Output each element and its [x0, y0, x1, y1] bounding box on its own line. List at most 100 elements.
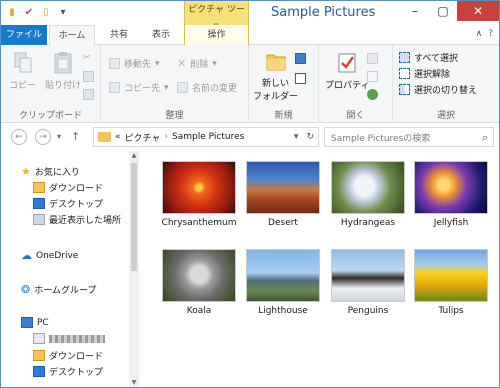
star-icon: ★ — [21, 165, 31, 178]
close-button[interactable]: ✕ — [457, 1, 499, 21]
cloud-icon: ☁ — [21, 249, 32, 262]
nav-homegroup[interactable]: ❂ ホームグループ — [21, 283, 96, 296]
new-group: 新しい フォルダー 新規 — [249, 45, 319, 123]
nav-recent-places-label: 最近表示した場所 — [49, 216, 122, 226]
tab-manage[interactable]: 操作 — [184, 25, 249, 45]
chevron-down-icon[interactable]: ▾ — [56, 5, 70, 19]
nav-favorites[interactable]: ★ お気に入り — [21, 165, 80, 178]
nav-pc-downloads-label: ダウンロード — [49, 352, 104, 362]
address-field[interactable]: « ピクチャ › Sample Pictures ▾ ↻ — [93, 127, 319, 147]
edit-icon[interactable] — [367, 71, 378, 82]
copy-button[interactable]: コピー — [9, 51, 36, 91]
search-icon[interactable]: ⌕ — [482, 131, 488, 145]
paste-shortcut-icon[interactable] — [83, 89, 94, 100]
folder-icon[interactable]: ▮ — [5, 5, 19, 19]
paste-icon — [54, 52, 72, 74]
forward-button[interactable]: → — [35, 129, 51, 145]
chevron-down-icon: ▾ — [164, 82, 169, 93]
blurred-username — [49, 334, 105, 343]
file-item[interactable]: Desert — [241, 161, 325, 229]
breadcrumb-prefix[interactable]: « — [115, 132, 121, 142]
nav-pc[interactable]: PC — [21, 317, 49, 328]
scroll-down-icon[interactable]: ▼ — [129, 379, 139, 386]
arrow-right-icon: → — [39, 132, 47, 142]
nav-pc-desktop[interactable]: デスクトップ — [33, 365, 103, 378]
picture-tools-context-label: ピクチャ ツール — [184, 1, 249, 33]
collapse-ribbon-icon[interactable]: ∧ — [476, 29, 483, 39]
nav-onedrive[interactable]: ☁ OneDrive — [21, 249, 78, 262]
nav-desktop[interactable]: デスクトップ — [33, 197, 103, 210]
file-name: Penguins — [347, 306, 389, 316]
select-none-button[interactable]: 選択解除 — [399, 67, 450, 80]
breadcrumb-sample-pictures[interactable]: Sample Pictures — [172, 132, 244, 142]
new-item-icon[interactable] — [295, 53, 306, 64]
nav-recent-places[interactable]: 最近表示した場所 — [33, 213, 121, 226]
move-to-button[interactable]: 移動先 ▾ — [109, 57, 160, 70]
file-item[interactable]: Koala — [157, 249, 241, 317]
nav-scrollbar[interactable]: ▲ ▼ — [129, 151, 139, 387]
tab-view[interactable]: 表示 — [141, 25, 181, 45]
select-all-button[interactable]: すべて選択 — [399, 51, 458, 64]
ribbon-options: ∧ ? — [476, 29, 493, 39]
paste-button[interactable]: 貼り付け — [45, 51, 81, 91]
window-title: Sample Pictures — [271, 5, 376, 20]
tab-file[interactable]: ファイル — [1, 25, 47, 45]
properties-button[interactable]: プロパティ — [325, 51, 369, 91]
back-button[interactable]: ← — [11, 129, 27, 145]
file-item[interactable]: Chrysanthemum — [157, 161, 241, 229]
chevron-down-icon: ▾ — [212, 58, 217, 69]
breadcrumb-pictures[interactable]: ピクチャ — [125, 131, 161, 144]
clipboard-group-label: クリップボード — [18, 111, 82, 121]
easy-access-icon[interactable] — [295, 73, 306, 84]
invert-selection-button[interactable]: 選択の切り替え — [399, 83, 477, 96]
history-icon[interactable] — [367, 89, 378, 100]
recent-locations-icon[interactable]: ▾ — [57, 132, 61, 141]
properties-icon — [338, 53, 356, 73]
file-item[interactable]: Lighthouse — [241, 249, 325, 317]
file-name: Lighthouse — [258, 306, 308, 316]
chevron-down-icon[interactable]: ▾ — [294, 132, 299, 142]
tab-share[interactable]: 共有 — [101, 25, 137, 45]
properties-icon[interactable]: ✔ — [22, 5, 36, 19]
new-folder-label-1: 新しい — [262, 79, 290, 89]
rename-button[interactable]: 名前の変更 — [177, 81, 237, 94]
minimize-button[interactable]: – — [401, 1, 429, 21]
new-group-label: 新規 — [274, 111, 293, 121]
paste-label: 貼り付け — [45, 81, 82, 91]
select-all-label: すべて選択 — [414, 54, 459, 64]
open-icon[interactable] — [367, 53, 378, 64]
copy-path-icon[interactable] — [83, 71, 94, 82]
file-name: Jellyfish — [433, 218, 469, 228]
refresh-icon[interactable]: ↻ — [306, 132, 314, 142]
file-name: Chrysanthemum — [161, 218, 237, 228]
copy-to-button[interactable]: コピー先 ▾ — [109, 81, 169, 94]
file-item[interactable]: Hydrangeas — [326, 161, 410, 229]
nav-onedrive-label: OneDrive — [36, 250, 79, 261]
folder-icon — [98, 132, 111, 142]
file-name: Desert — [268, 218, 298, 228]
search-input[interactable]: Sample Picturesの検索 ⌕ — [324, 127, 494, 147]
scrollbar-thumb[interactable] — [131, 163, 137, 271]
nav-downloads[interactable]: ダウンロード — [33, 181, 103, 194]
rename-icon — [177, 82, 188, 93]
delete-button[interactable]: ✕ 削除 ▾ — [177, 57, 217, 70]
tab-home[interactable]: ホーム — [49, 25, 95, 46]
search-placeholder: Sample Picturesの検索 — [331, 133, 431, 144]
file-name: Koala — [186, 306, 212, 316]
nav-pc-downloads[interactable]: ダウンロード — [33, 349, 103, 362]
up-arrow-icon[interactable]: ↑ — [71, 130, 80, 143]
new-folder-icon[interactable]: ▯ — [39, 5, 53, 19]
scroll-up-icon[interactable]: ▲ — [129, 152, 139, 159]
nav-pc-user[interactable] — [33, 333, 105, 344]
select-none-icon — [399, 68, 410, 79]
file-item[interactable]: Jellyfish — [409, 161, 493, 229]
file-item[interactable]: Penguins — [326, 249, 410, 317]
new-folder-button[interactable]: 新しい フォルダー — [253, 49, 298, 102]
copy-to-icon — [109, 82, 120, 93]
clipboard-group: コピー 貼り付け ✂ クリップボード — [1, 45, 101, 123]
help-icon[interactable]: ? — [488, 29, 493, 39]
cut-icon[interactable]: ✂ — [83, 53, 94, 64]
arrow-left-icon: ← — [15, 132, 23, 142]
maximize-button[interactable]: ▢ — [429, 1, 457, 21]
file-item[interactable]: Tulips — [409, 249, 493, 317]
